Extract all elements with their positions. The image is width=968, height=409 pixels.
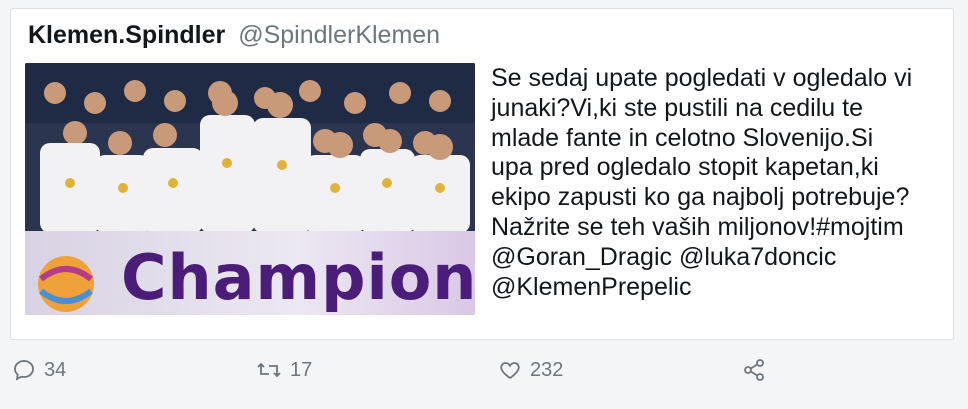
share-button[interactable] — [742, 358, 766, 382]
display-name[interactable]: Klemen.Spindler — [28, 21, 225, 49]
reply-count: 34 — [44, 358, 67, 381]
tweet-text-line: ekipo zapusti ko ga najbolj potrebuje? — [491, 183, 910, 212]
eurobasket-logo-icon — [38, 256, 94, 312]
tweet-photo[interactable]: Champions — [25, 63, 475, 315]
tweet-text-line: junaki?Vi,ki ste pustili na cedilu te — [491, 93, 863, 122]
tweet-header: Klemen.Spindler @SpindlerKlemen — [28, 21, 440, 50]
tweet-text-line: upa pred ogledalo stopit kapetan,ki — [491, 153, 879, 182]
tweet-text: Se sedaj upate pogledati v ogledalo vi j… — [491, 64, 941, 302]
tweet-text-line[interactable]: @Goran_Dragic @luka7doncic — [491, 243, 941, 273]
share-icon — [744, 359, 764, 381]
retweet-count: 17 — [290, 358, 313, 381]
retweet-icon — [257, 362, 281, 378]
heart-icon — [500, 362, 520, 380]
reply-icon — [14, 360, 34, 381]
retweet-button[interactable]: 17 — [256, 358, 312, 382]
reply-button[interactable]: 34 — [12, 358, 66, 382]
tweet-text-line[interactable]: @KlemenPrepelic — [491, 273, 941, 303]
tweet-text-line: Se sedaj upate pogledati v ogledalo vi — [491, 64, 913, 92]
tweet-card[interactable]: Klemen.Spindler @SpindlerKlemen Champion… — [10, 8, 954, 340]
team-celebration-image — [25, 63, 475, 233]
tweet-actions: 34 17 232 — [0, 350, 968, 390]
tweet-text-line: mlade fante in celotno Slovenijo.Si — [491, 123, 874, 152]
like-count: 232 — [530, 358, 564, 381]
banner-text: Champions — [121, 241, 475, 314]
like-button[interactable]: 232 — [498, 358, 563, 382]
tweet-text-line: Nažrite se teh vaših miljonov!#mojtim — [491, 212, 904, 241]
user-handle[interactable]: @SpindlerKlemen — [238, 21, 440, 49]
